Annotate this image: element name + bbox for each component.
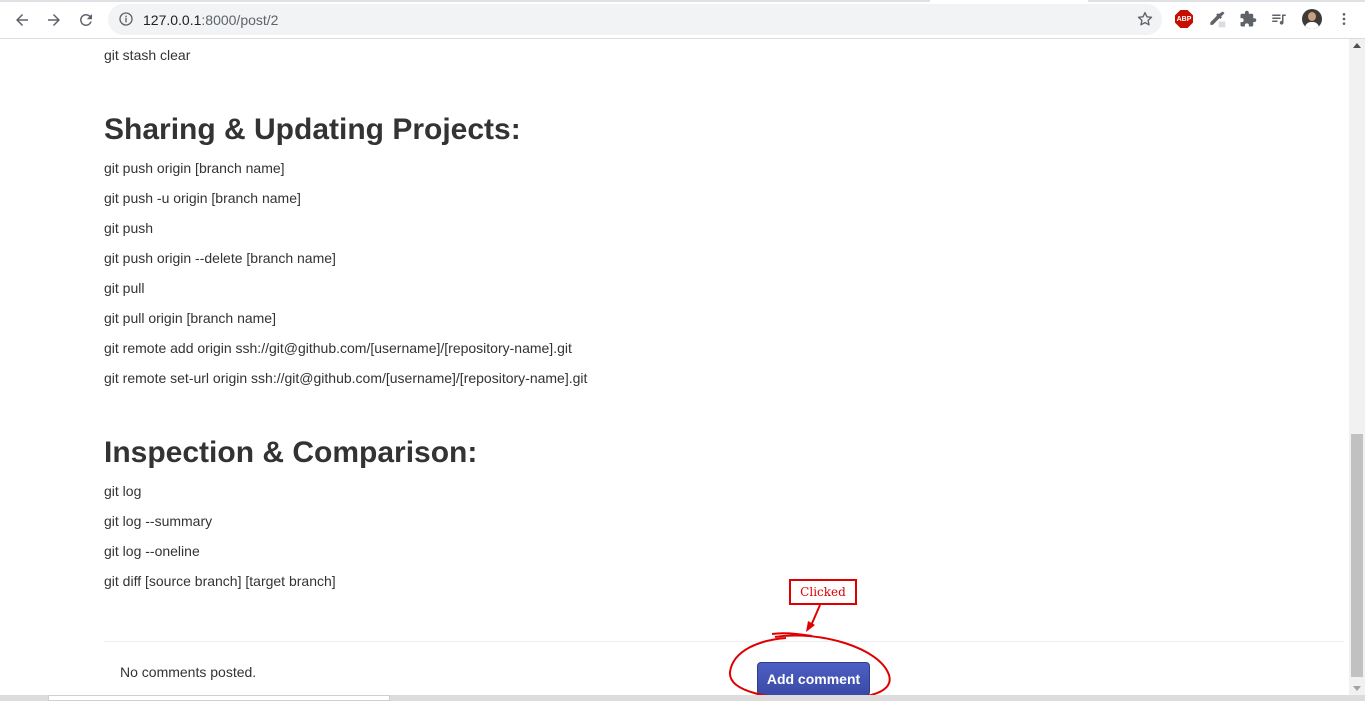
clicked-label: Clicked bbox=[789, 579, 857, 605]
bookmark-star-icon[interactable] bbox=[1136, 10, 1154, 28]
eyedropper-button[interactable] bbox=[1206, 8, 1228, 30]
no-comments-text: No comments posted. bbox=[120, 664, 257, 680]
command-line: git push -u origin [branch name] bbox=[104, 190, 301, 206]
tab-strip bbox=[0, 0, 930, 2]
arrow-left-icon bbox=[16, 14, 28, 26]
command-line: git log bbox=[104, 483, 142, 499]
extensions-button[interactable] bbox=[1237, 8, 1259, 30]
back-button[interactable] bbox=[8, 6, 36, 34]
url-text[interactable]: 127.0.0.1:8000/post/2 bbox=[143, 12, 278, 28]
add-comment-button[interactable]: Add comment bbox=[757, 662, 870, 696]
info-icon[interactable] bbox=[118, 11, 134, 27]
command-line: git diff [source branch] [target branch] bbox=[104, 573, 336, 589]
horizontal-scroll-thumb[interactable] bbox=[48, 695, 390, 701]
section-heading-sharing: Sharing & Updating Projects: bbox=[104, 113, 521, 146]
reload-icon bbox=[80, 14, 92, 26]
url-host: 127.0.0.1 bbox=[143, 12, 202, 28]
profile-button[interactable] bbox=[1301, 8, 1323, 30]
address-bar[interactable]: 127.0.0.1:8000/post/2 bbox=[108, 4, 1162, 35]
command-line: git pull bbox=[104, 280, 145, 296]
command-line: git log --oneline bbox=[104, 543, 200, 559]
command-line: git pull origin [branch name] bbox=[104, 310, 276, 326]
url-path: :8000/post/2 bbox=[201, 12, 279, 28]
reading-list-button[interactable] bbox=[1268, 8, 1290, 30]
annotation-arrowhead bbox=[806, 621, 815, 632]
command-line: git log --summary bbox=[104, 513, 213, 529]
reload-button[interactable] bbox=[72, 6, 100, 34]
menu-button[interactable] bbox=[1333, 8, 1355, 30]
vertical-scrollbar[interactable] bbox=[1349, 39, 1365, 695]
scroll-up-arrow-icon[interactable] bbox=[1353, 43, 1361, 48]
eyedropper-icon bbox=[1210, 11, 1226, 28]
more-vertical-icon bbox=[1342, 13, 1346, 25]
command-line: git stash clear bbox=[104, 47, 191, 63]
media-queue-icon bbox=[1272, 14, 1286, 25]
command-line: git push origin [branch name] bbox=[104, 160, 285, 176]
annotation-arrow bbox=[809, 604, 821, 629]
tab-strip-right bbox=[1088, 0, 1365, 2]
command-line: git push origin --delete [branch name] bbox=[104, 250, 336, 266]
section-heading-inspection: Inspection & Comparison: bbox=[104, 436, 478, 469]
browser-toolbar: 127.0.0.1:8000/post/2 ABP bbox=[0, 0, 1365, 39]
puzzle-piece-icon bbox=[1240, 10, 1257, 27]
forward-button[interactable] bbox=[40, 6, 68, 34]
adblock-plus-icon: ABP bbox=[1175, 10, 1193, 28]
scroll-thumb[interactable] bbox=[1351, 434, 1363, 677]
adblock-plus-button[interactable]: ABP bbox=[1173, 8, 1195, 30]
command-line: git push bbox=[104, 220, 154, 236]
command-line: git remote add origin ssh://git@github.c… bbox=[104, 340, 572, 356]
avatar bbox=[1302, 9, 1322, 29]
horizontal-scrollbar[interactable] bbox=[0, 695, 1365, 701]
command-line: git remote set-url origin ssh://git@gith… bbox=[104, 370, 588, 386]
arrow-right-icon bbox=[48, 14, 60, 26]
comments-divider bbox=[104, 641, 1344, 642]
scroll-down-arrow-icon[interactable] bbox=[1353, 686, 1361, 691]
